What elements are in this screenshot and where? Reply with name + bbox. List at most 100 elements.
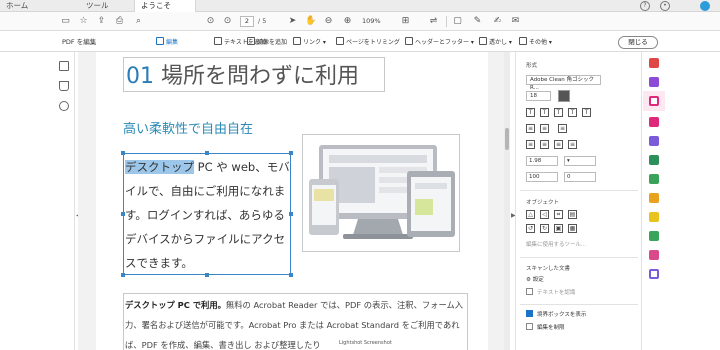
edit-with-tool-link[interactable]: 編集に使用するツール... xyxy=(526,240,586,248)
pen-icon[interactable]: ✎ xyxy=(472,16,483,27)
edit-button[interactable]: 編集 xyxy=(156,37,178,47)
link-button[interactable]: リンク ▾ xyxy=(293,37,326,47)
page-thumbnails-icon[interactable] xyxy=(59,61,69,71)
panel-divider xyxy=(520,257,638,258)
line-spacing-select[interactable]: 1.98 xyxy=(526,156,558,166)
comment-icon[interactable]: ▢ xyxy=(452,16,463,27)
header-footer-button[interactable]: ヘッダーとフッター ▾ xyxy=(405,37,474,47)
crop-pages-button[interactable]: ページをトリミング xyxy=(336,37,400,47)
paragraph-bold: デスクトップ PC で利用。 xyxy=(125,300,226,310)
device-illustration[interactable] xyxy=(302,134,460,252)
edit-icon xyxy=(156,37,164,45)
export-excel-icon[interactable] xyxy=(649,174,659,184)
page-number-input[interactable]: 2 xyxy=(240,16,254,27)
notification-bell-icon[interactable]: • xyxy=(660,1,670,11)
paragraph-text[interactable]: デスクトップ PC で利用。無料の Acrobat Reader では、PDF … xyxy=(125,295,467,350)
align-objects-icon[interactable]: ▦ xyxy=(568,224,577,233)
zoom-in-icon[interactable]: ⊕ xyxy=(342,16,353,27)
body-text-rest[interactable]: PC や web、モバイルで、自由にご利用になれます。ログインすれば、あらゆるデ… xyxy=(125,160,290,270)
document-viewport[interactable]: 01 場所を問わずに利用 高い柔軟性で自由自在 デスクトップ PC や web、… xyxy=(78,52,504,350)
page-subtitle[interactable]: 高い柔軟性で自由自在 xyxy=(123,118,253,137)
attachment-icon[interactable] xyxy=(59,101,69,111)
show-bounding-boxes-toggle[interactable]: 境界ボックスを表示 xyxy=(526,310,586,318)
body-text[interactable]: デスクトップ PC や web、モバイルで、自由にご利用になれます。ログインすれ… xyxy=(125,155,293,275)
fit-page-icon[interactable]: ⊞ xyxy=(400,16,411,27)
left-navigation-pane xyxy=(54,52,75,350)
crop-image-icon[interactable]: ⌗ xyxy=(554,210,563,219)
star-icon[interactable]: ☆ xyxy=(78,16,89,27)
export-pdf-icon[interactable] xyxy=(649,77,659,87)
restrict-editing-checkbox[interactable] xyxy=(526,323,533,330)
watermark-button[interactable]: 透かし ▾ xyxy=(479,37,512,47)
upload-cloud-icon[interactable]: ⇪ xyxy=(96,16,107,27)
arrange-icon[interactable]: ▤ xyxy=(568,210,577,219)
recognize-text-checkbox[interactable] xyxy=(526,288,533,295)
replace-image-icon[interactable]: ▣ xyxy=(554,224,563,233)
hand-tool-icon[interactable]: ✋ xyxy=(305,16,316,27)
vertical-scrollbar[interactable] xyxy=(504,52,510,350)
more-button[interactable]: その他 ▾ xyxy=(519,37,552,47)
align-left-icon[interactable]: ≡ xyxy=(526,140,535,149)
sign-icon[interactable]: ✍ xyxy=(492,16,503,27)
recognize-text-label: テキストを認識 xyxy=(537,290,576,296)
scrollbar-thumb[interactable] xyxy=(505,128,509,150)
tab-tools[interactable]: ツール xyxy=(80,0,120,12)
rotate-right-icon[interactable]: ↻ xyxy=(540,224,549,233)
show-bounding-boxes-checkbox[interactable] xyxy=(526,310,533,317)
page-down-icon[interactable]: ⊙ xyxy=(222,16,233,27)
edit-pdf-icon[interactable] xyxy=(649,96,659,106)
paragraph-spacing-select[interactable]: ▾ xyxy=(564,156,596,166)
page-up-icon[interactable]: ⊙ xyxy=(205,16,216,27)
tab-home[interactable]: ホーム xyxy=(0,0,50,12)
bookmark-icon[interactable] xyxy=(59,81,69,91)
bullet-list-icon[interactable]: ≡ xyxy=(526,124,535,133)
font-color-picker[interactable] xyxy=(558,90,570,102)
print-production-icon[interactable] xyxy=(649,231,659,241)
save-icon[interactable]: ▭ xyxy=(60,16,71,27)
search-icon[interactable]: ⌕ xyxy=(133,16,144,27)
text-style-icon[interactable]: T xyxy=(554,108,563,117)
selected-text[interactable]: デスクトップ xyxy=(125,160,194,174)
text-style-icon[interactable]: T xyxy=(568,108,577,117)
align-right-icon[interactable]: ≡ xyxy=(554,140,563,149)
zoom-out-icon[interactable]: ⊖ xyxy=(323,16,334,27)
zoom-level[interactable]: 109% xyxy=(362,16,392,27)
horizontal-scale-select[interactable]: 100 xyxy=(526,172,558,182)
more-icon xyxy=(519,37,527,45)
fill-sign-icon[interactable] xyxy=(649,136,659,146)
text-style-icon[interactable]: T xyxy=(582,108,591,117)
numbered-list-icon[interactable]: ≡ xyxy=(540,124,549,133)
comment-tool-icon[interactable] xyxy=(649,117,659,127)
add-image-button[interactable]: 画像を追加 xyxy=(247,37,287,47)
text-style-icon[interactable]: T xyxy=(540,108,549,117)
recognize-text-toggle[interactable]: テキストを認識 xyxy=(526,288,575,296)
share-icon[interactable]: ✉ xyxy=(510,16,521,27)
flip-vertical-icon[interactable]: △ xyxy=(526,210,535,219)
scan-ocr-icon[interactable] xyxy=(649,193,659,203)
edit-button-label: 編集 xyxy=(166,39,179,46)
format-panel: 形式 Adobe Clean 角ゴシック R... 18 T T T T T ≡… xyxy=(515,52,641,350)
char-spacing-select[interactable]: 0 xyxy=(564,172,596,182)
protect-icon[interactable] xyxy=(649,269,659,279)
page-total: / 5 xyxy=(258,17,267,25)
request-signature-icon[interactable] xyxy=(649,250,659,260)
numbered-list-icon[interactable]: ≡ xyxy=(558,124,567,133)
text-style-icon[interactable]: T xyxy=(526,108,535,117)
create-pdf-icon[interactable] xyxy=(649,58,659,68)
font-family-select[interactable]: Adobe Clean 角ゴシック R... xyxy=(526,75,601,91)
align-center-icon[interactable]: ≡ xyxy=(540,140,549,149)
flip-horizontal-icon[interactable]: ◁ xyxy=(540,210,549,219)
align-justify-icon[interactable]: ≡ xyxy=(568,140,577,149)
rotate-left-icon[interactable]: ↺ xyxy=(526,224,535,233)
help-icon[interactable]: ? xyxy=(640,1,650,11)
scroll-mode-icon[interactable]: ⇌ xyxy=(428,16,439,27)
restrict-editing-toggle[interactable]: 編集を制限 xyxy=(526,323,565,331)
avatar[interactable] xyxy=(700,1,710,11)
organize-pages-icon[interactable] xyxy=(649,155,659,165)
stamp-icon[interactable] xyxy=(649,212,659,222)
scan-settings-button[interactable]: ⚙ 設定 xyxy=(526,275,544,283)
font-size-select[interactable]: 18 xyxy=(526,91,551,101)
close-button[interactable]: 閉じる xyxy=(618,36,658,49)
select-cursor-icon[interactable]: ➤ xyxy=(287,16,298,27)
print-icon[interactable]: ⎙ xyxy=(114,16,125,27)
